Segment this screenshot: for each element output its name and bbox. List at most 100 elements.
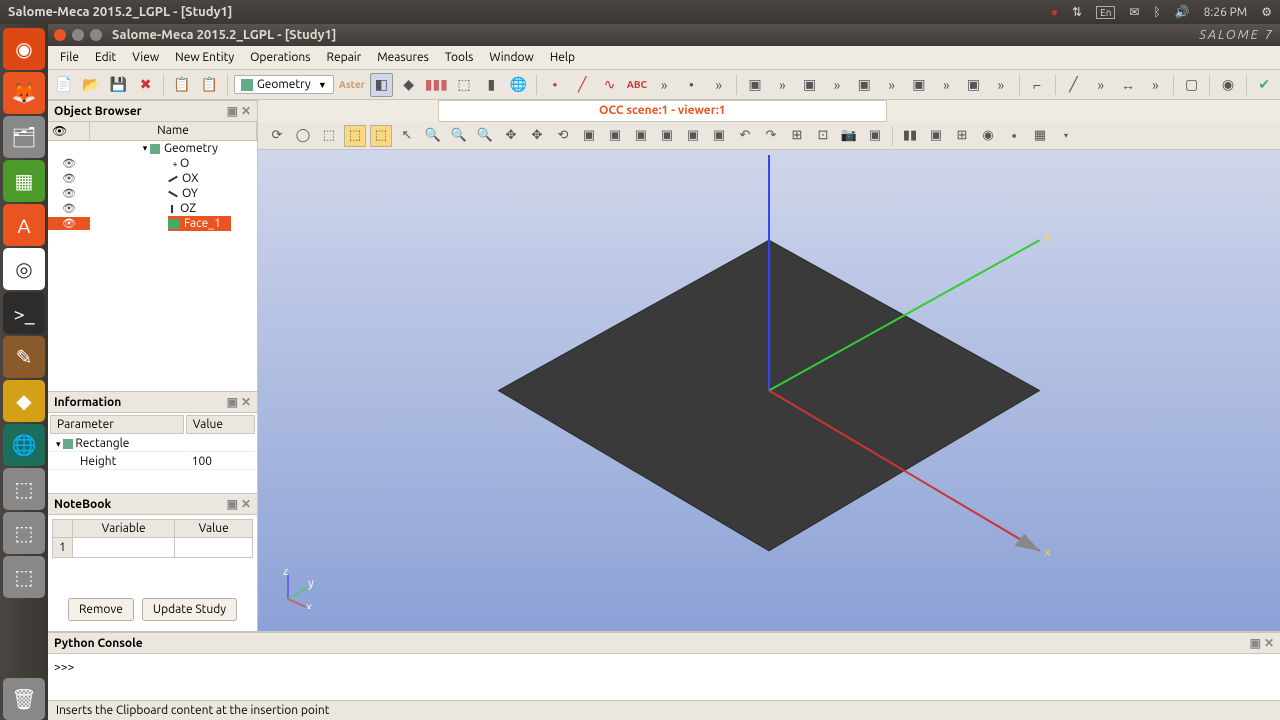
minimize-button[interactable] <box>72 29 84 41</box>
dark-cylinder-icon[interactable]: ▮ <box>480 73 503 97</box>
text-icon[interactable]: ABC <box>625 73 648 97</box>
overflow3-icon[interactable]: » <box>771 73 794 97</box>
graduated-icon[interactable]: ⊞ <box>951 125 973 147</box>
restore-icon[interactable]: ▣ <box>864 125 886 147</box>
notebook-row[interactable]: 1 <box>53 538 253 558</box>
cube2-icon[interactable]: ▣ <box>798 73 821 97</box>
left-view-icon[interactable]: ▣ <box>682 125 704 147</box>
dump-view-icon[interactable]: ⟳ <box>266 125 288 147</box>
overflow5-icon[interactable]: » <box>880 73 903 97</box>
save-icon[interactable]: 💾 <box>107 73 130 97</box>
remove-button[interactable]: Remove <box>68 598 134 621</box>
info-row[interactable]: ▾ Rectangle <box>50 436 255 452</box>
rainbow-icon[interactable]: ▮▮▮ <box>424 73 448 97</box>
minimize-viewer-icon[interactable]: ▪ <box>1003 125 1025 147</box>
right-view-icon[interactable]: ▣ <box>708 125 730 147</box>
blender-icon[interactable]: ◆ <box>3 380 45 422</box>
menu-help[interactable]: Help <box>542 48 583 67</box>
panel-close-icon[interactable]: ✕ <box>1264 636 1274 650</box>
tree-row[interactable]: 👁 + O <box>48 156 257 171</box>
overflow7-icon[interactable]: » <box>989 73 1012 97</box>
overflow4-icon[interactable]: » <box>825 73 848 97</box>
expand-toggle-icon[interactable]: ▾ <box>140 143 150 154</box>
bottom-view-icon[interactable]: ▣ <box>656 125 678 147</box>
edge-icon[interactable]: ╱ <box>1062 73 1085 97</box>
trash-icon[interactable]: 🗑 <box>3 678 45 720</box>
sync-icon[interactable]: ▦ <box>1029 125 1051 147</box>
cube4-icon[interactable]: ▣ <box>907 73 930 97</box>
fit-all-icon[interactable]: 🔍 <box>422 125 444 147</box>
network-icon[interactable]: ⇅ <box>1072 5 1082 19</box>
language-indicator[interactable]: En <box>1096 6 1115 19</box>
chrome-icon[interactable]: ◎ <box>3 248 45 290</box>
rotate-icon[interactable]: ⟲ <box>552 125 574 147</box>
panel-float-icon[interactable]: ▣ <box>227 497 238 511</box>
clockwise-icon[interactable]: ↷ <box>760 125 782 147</box>
cube3-icon[interactable]: ▣ <box>853 73 876 97</box>
curve-icon[interactable]: ∿ <box>598 73 621 97</box>
viewer-tab[interactable]: OCC scene:1 - viewer:1 <box>438 100 887 122</box>
fit-area-icon[interactable]: 🔍 <box>448 125 470 147</box>
cylinder-icon[interactable]: ⬚ <box>452 73 475 97</box>
gimp-icon[interactable]: ✎ <box>3 336 45 378</box>
visibility-toggle[interactable]: 👁 <box>48 202 90 215</box>
open-icon[interactable]: 📂 <box>79 73 102 97</box>
panel-float-icon[interactable]: ▣ <box>1250 636 1261 650</box>
tree-row[interactable]: 👁 OX <box>48 171 257 186</box>
maximize-button[interactable] <box>90 29 102 41</box>
aster-label[interactable]: Aster <box>338 73 366 97</box>
geometry-module-icon[interactable]: ◧ <box>370 73 393 97</box>
panel-close-icon[interactable]: ✕ <box>241 395 251 409</box>
menu-view[interactable]: View <box>124 48 167 67</box>
tree-row[interactable]: 👁 Face_1 <box>48 216 257 231</box>
new-doc-icon[interactable]: 📄 <box>52 73 75 97</box>
reset-icon[interactable]: ⊡ <box>812 125 834 147</box>
back-view-icon[interactable]: ▣ <box>604 125 626 147</box>
python-console-body[interactable]: >>> <box>48 654 1280 700</box>
sphere-icon[interactable]: ◉ <box>1216 73 1239 97</box>
clipping-icon[interactable]: ▮▮ <box>899 125 921 147</box>
object-browser[interactable]: 👁 Name ▾ Geometry 👁 + O 👁 <box>48 122 257 391</box>
tree-row[interactable]: ▾ Geometry <box>48 141 257 156</box>
overflow2-icon[interactable]: » <box>707 73 730 97</box>
zoom-icon[interactable]: ⬚ <box>344 125 366 147</box>
ambient-icon[interactable]: ◉ <box>977 125 999 147</box>
global-pan-icon[interactable]: ✥ <box>526 125 548 147</box>
overflow8-icon[interactable]: » <box>1089 73 1112 97</box>
record-icon[interactable]: ● <box>1051 5 1058 19</box>
files-icon[interactable]: 🗂 <box>3 116 45 158</box>
settings-icon[interactable]: ⚙ <box>1261 5 1272 19</box>
tree-row[interactable]: 👁 OY <box>48 186 257 201</box>
menu-new-entity[interactable]: New Entity <box>167 48 242 67</box>
frame-icon[interactable]: ▢ <box>1180 73 1203 97</box>
front-view-icon[interactable]: ▣ <box>578 125 600 147</box>
paste-icon[interactable]: 📋 <box>198 73 221 97</box>
anticlockwise-icon[interactable]: ↶ <box>734 125 756 147</box>
zoom-in-icon[interactable]: 🔍 <box>474 125 496 147</box>
check-icon[interactable]: ✔ <box>1253 73 1276 97</box>
delete-icon[interactable]: ✖ <box>134 73 157 97</box>
software-icon[interactable]: A <box>3 204 45 246</box>
copy-icon[interactable]: 📋 <box>170 73 193 97</box>
overflow6-icon[interactable]: » <box>935 73 958 97</box>
menu-operations[interactable]: Operations <box>242 48 318 67</box>
clock[interactable]: 8:26 PM <box>1204 6 1248 19</box>
panel-float-icon[interactable]: ▣ <box>227 104 238 118</box>
angle-icon[interactable]: ⌐ <box>1025 73 1048 97</box>
visibility-toggle[interactable]: 👁 <box>48 217 90 230</box>
ubuntu-dash-icon[interactable]: ◉ <box>3 28 45 70</box>
drive3-icon[interactable]: ⬚ <box>3 556 45 598</box>
line-icon[interactable]: ╱ <box>571 73 594 97</box>
menu-file[interactable]: File <box>52 48 87 67</box>
top-view-icon[interactable]: ▣ <box>630 125 652 147</box>
volume-icon[interactable]: 🔊 <box>1175 5 1190 19</box>
menu-measures[interactable]: Measures <box>369 48 437 67</box>
drive1-icon[interactable]: ⬚ <box>3 468 45 510</box>
memorize-icon[interactable]: 📷 <box>838 125 860 147</box>
info-row[interactable]: Height100 <box>50 454 255 470</box>
tree-row[interactable]: 👁 OZ <box>48 201 257 216</box>
terminal-icon[interactable]: >_ <box>3 292 45 334</box>
select-icon[interactable]: ⬚ <box>318 125 340 147</box>
point-icon[interactable]: • <box>543 73 566 97</box>
box-icon[interactable]: • <box>680 73 703 97</box>
